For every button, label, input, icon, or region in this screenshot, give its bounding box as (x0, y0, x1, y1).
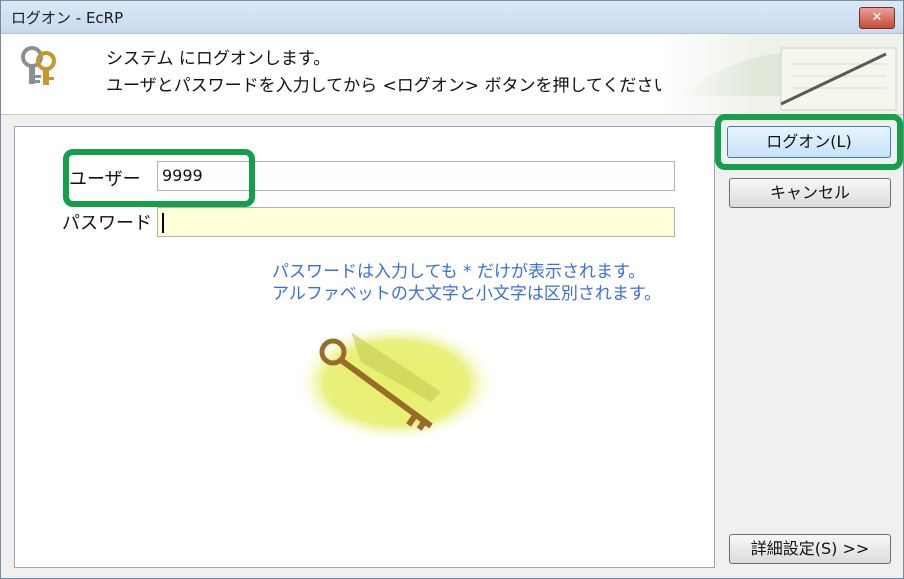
logon-button-highlight (715, 114, 903, 170)
header-message-line1: システム にログオンします。 (106, 49, 331, 69)
password-label: パスワード (62, 213, 152, 234)
logon-dialog: ログオン - EcRP ✕ システム にログオンします。 ユーザとパスワードを入… (0, 0, 904, 579)
window-title: ログオン - EcRP (11, 9, 124, 27)
text-cursor (162, 212, 164, 233)
password-input[interactable] (157, 207, 675, 237)
keys-icon (21, 46, 56, 85)
user-field-highlight (63, 149, 255, 207)
close-button[interactable]: ✕ (859, 7, 895, 29)
header-message-line2: ユーザとパスワードを入力してから <ログオン> ボタンを押してください。 (106, 76, 688, 96)
key-illustration (294, 323, 498, 443)
header-banner: システム にログオンします。 ユーザとパスワードを入力してから <ログオン> ボ… (1, 34, 903, 115)
advanced-settings-button[interactable]: 詳細設定(S) >> (729, 534, 891, 564)
password-hint-line2: アルファベットの大文字と小文字は区別されます。 (272, 284, 662, 304)
banner-illustration (661, 34, 903, 114)
cancel-button[interactable]: キャンセル (729, 178, 891, 208)
credentials-panel: ユーザー 9999 パスワード パスワードは入力しても * だけが表示されます。… (14, 126, 715, 568)
title-bar[interactable]: ログオン - EcRP ✕ (1, 1, 903, 34)
